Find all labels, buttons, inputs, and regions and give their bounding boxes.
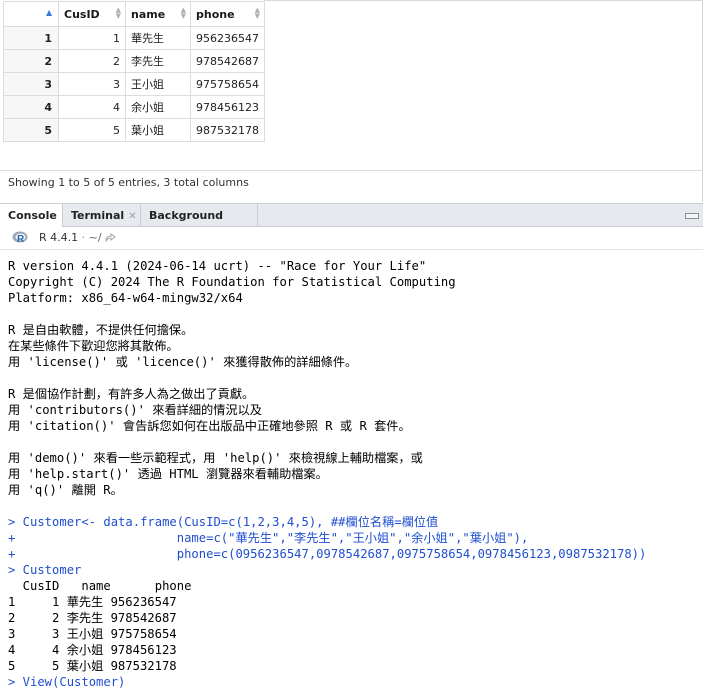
console-output-line: 5 5 葉小姐 987532178: [8, 659, 177, 673]
working-directory: R 4.4.1 · ~/: [39, 231, 116, 244]
console-input-line: > Customer: [8, 563, 82, 577]
cell-phone: 978456123: [190, 95, 265, 119]
row-number-header[interactable]: ▲: [3, 1, 59, 27]
console-tabbar: Console Terminal✕ Background Jobs✕: [0, 203, 703, 245]
console-output-line: R 是個協作計劃，有許多人為之做出了貢獻。: [8, 387, 255, 401]
path-separator: ·: [81, 231, 86, 244]
column-header-phone[interactable]: phone ▲ ▼: [190, 1, 265, 27]
console-input-line: > View(Customer): [8, 675, 126, 689]
cell-name: 葉小姐: [125, 118, 191, 142]
minimize-pane-button[interactable]: [685, 213, 699, 219]
tab-background-jobs[interactable]: Background Jobs✕: [141, 204, 258, 245]
tab-console[interactable]: Console: [0, 204, 63, 227]
cell-cusid: 4: [58, 95, 126, 119]
column-header-label: phone: [196, 7, 235, 21]
console-output-line: 用 'citation()' 會告訴您如何在出版品中正確地參照 R 或 R 套件…: [8, 419, 411, 433]
console-output-line: CusID name phone: [8, 579, 192, 593]
console-output-line: 用 'contributors()' 來看詳細的情況以及: [8, 403, 262, 417]
table-row: 3 3 王小姐 975758654: [3, 72, 265, 96]
console-input-line: + name=c("華先生","李先生","王小姐","余小姐","葉小姐"),: [8, 531, 529, 545]
row-number: 5: [3, 118, 59, 142]
console-output-line: 4 4 余小姐 978456123: [8, 643, 177, 657]
column-header-label: CusID: [64, 7, 100, 21]
data-table: ▲ CusID ▲ ▼ name ▲ ▼ phone ▲ ▼ 1 1 華先生 9562365…: [3, 1, 265, 142]
cell-name: 余小姐: [125, 95, 191, 119]
console-output-line: 1 1 華先生 956236547: [8, 595, 177, 609]
console-output-line: 用 'demo()' 來看一些示範程式，用 'help()' 來檢視線上輔助檔案…: [8, 451, 423, 465]
go-to-directory-icon[interactable]: [105, 233, 116, 243]
console-input-line: + phone=c(0956236547,0978542687,09757586…: [8, 547, 647, 561]
cell-cusid: 1: [58, 26, 126, 50]
close-icon[interactable]: ✕: [128, 211, 136, 222]
cell-phone: 956236547: [190, 26, 265, 50]
cell-name: 華先生: [125, 26, 191, 50]
sort-icon: ▲ ▼: [180, 6, 186, 20]
row-number: 2: [3, 49, 59, 73]
column-header-label: name: [131, 7, 166, 21]
console-input-line: > Customer<- data.frame(CusID=c(1,2,3,4,…: [8, 515, 439, 529]
table-row: 1 1 華先生 956236547: [3, 26, 265, 50]
r-version-label: R 4.4.1: [39, 231, 79, 244]
console-path-bar: R R 4.4.1 · ~/: [0, 227, 703, 250]
cell-name: 王小姐: [125, 72, 191, 96]
console-output-line: R 是自由軟體，不提供任何擔保。: [8, 323, 194, 337]
sort-asc-icon: ▲: [46, 8, 53, 17]
console-output-line: 用 'q()' 離開 R。: [8, 483, 123, 497]
console-output-line: 在某些條件下歡迎您將其散佈。: [8, 339, 179, 353]
cell-cusid: 5: [58, 118, 126, 142]
console-output-line: 3 3 王小姐 975758654: [8, 627, 177, 641]
cell-phone: 987532178: [190, 118, 265, 142]
row-number: 4: [3, 95, 59, 119]
viewer-status: Showing 1 to 5 of 5 entries, 3 total col…: [0, 170, 703, 193]
svg-text:R: R: [17, 234, 25, 244]
console-output-line: 用 'help.start()' 透過 HTML 瀏覽器來看輔助檔案。: [8, 467, 328, 481]
tab-label: Terminal: [71, 209, 125, 222]
table-row: 4 4 余小姐 978456123: [3, 95, 265, 119]
tab-terminal[interactable]: Terminal ✕: [63, 204, 141, 227]
cell-cusid: 3: [58, 72, 126, 96]
cell-phone: 975758654: [190, 72, 265, 96]
console-output-line: Copyright (C) 2024 The R Foundation for …: [8, 275, 456, 289]
row-number: 1: [3, 26, 59, 50]
column-header-cusid[interactable]: CusID ▲ ▼: [58, 1, 126, 27]
viewer-top-divider: [264, 0, 703, 1]
row-number: 3: [3, 72, 59, 96]
console-output-line: 用 'license()' 或 'licence()' 來獲得散佈的詳細條件。: [8, 355, 358, 369]
sort-icon: ▲ ▼: [254, 6, 260, 20]
working-dir-label[interactable]: ~/: [89, 231, 102, 244]
table-row: 5 5 葉小姐 987532178: [3, 118, 265, 142]
cell-cusid: 2: [58, 49, 126, 73]
data-viewer: ▲ CusID ▲ ▼ name ▲ ▼ phone ▲ ▼ 1 1 華先生 9562365…: [0, 0, 703, 202]
console-output-line: 2 2 李先生 978542687: [8, 611, 177, 625]
table-row: 2 2 李先生 978542687: [3, 49, 265, 73]
console-output-line: Platform: x86_64-w64-mingw32/x64: [8, 291, 243, 305]
r-logo-icon: R: [12, 231, 28, 244]
sort-icon: ▲ ▼: [115, 6, 121, 20]
cell-name: 李先生: [125, 49, 191, 73]
console-output-line: R version 4.4.1 (2024-06-14 ucrt) -- "Ra…: [8, 259, 427, 273]
tab-label: Console: [8, 209, 57, 222]
table-header-row: ▲ CusID ▲ ▼ name ▲ ▼ phone ▲ ▼: [3, 1, 265, 27]
cell-phone: 978542687: [190, 49, 265, 73]
column-header-name[interactable]: name ▲ ▼: [125, 1, 191, 27]
